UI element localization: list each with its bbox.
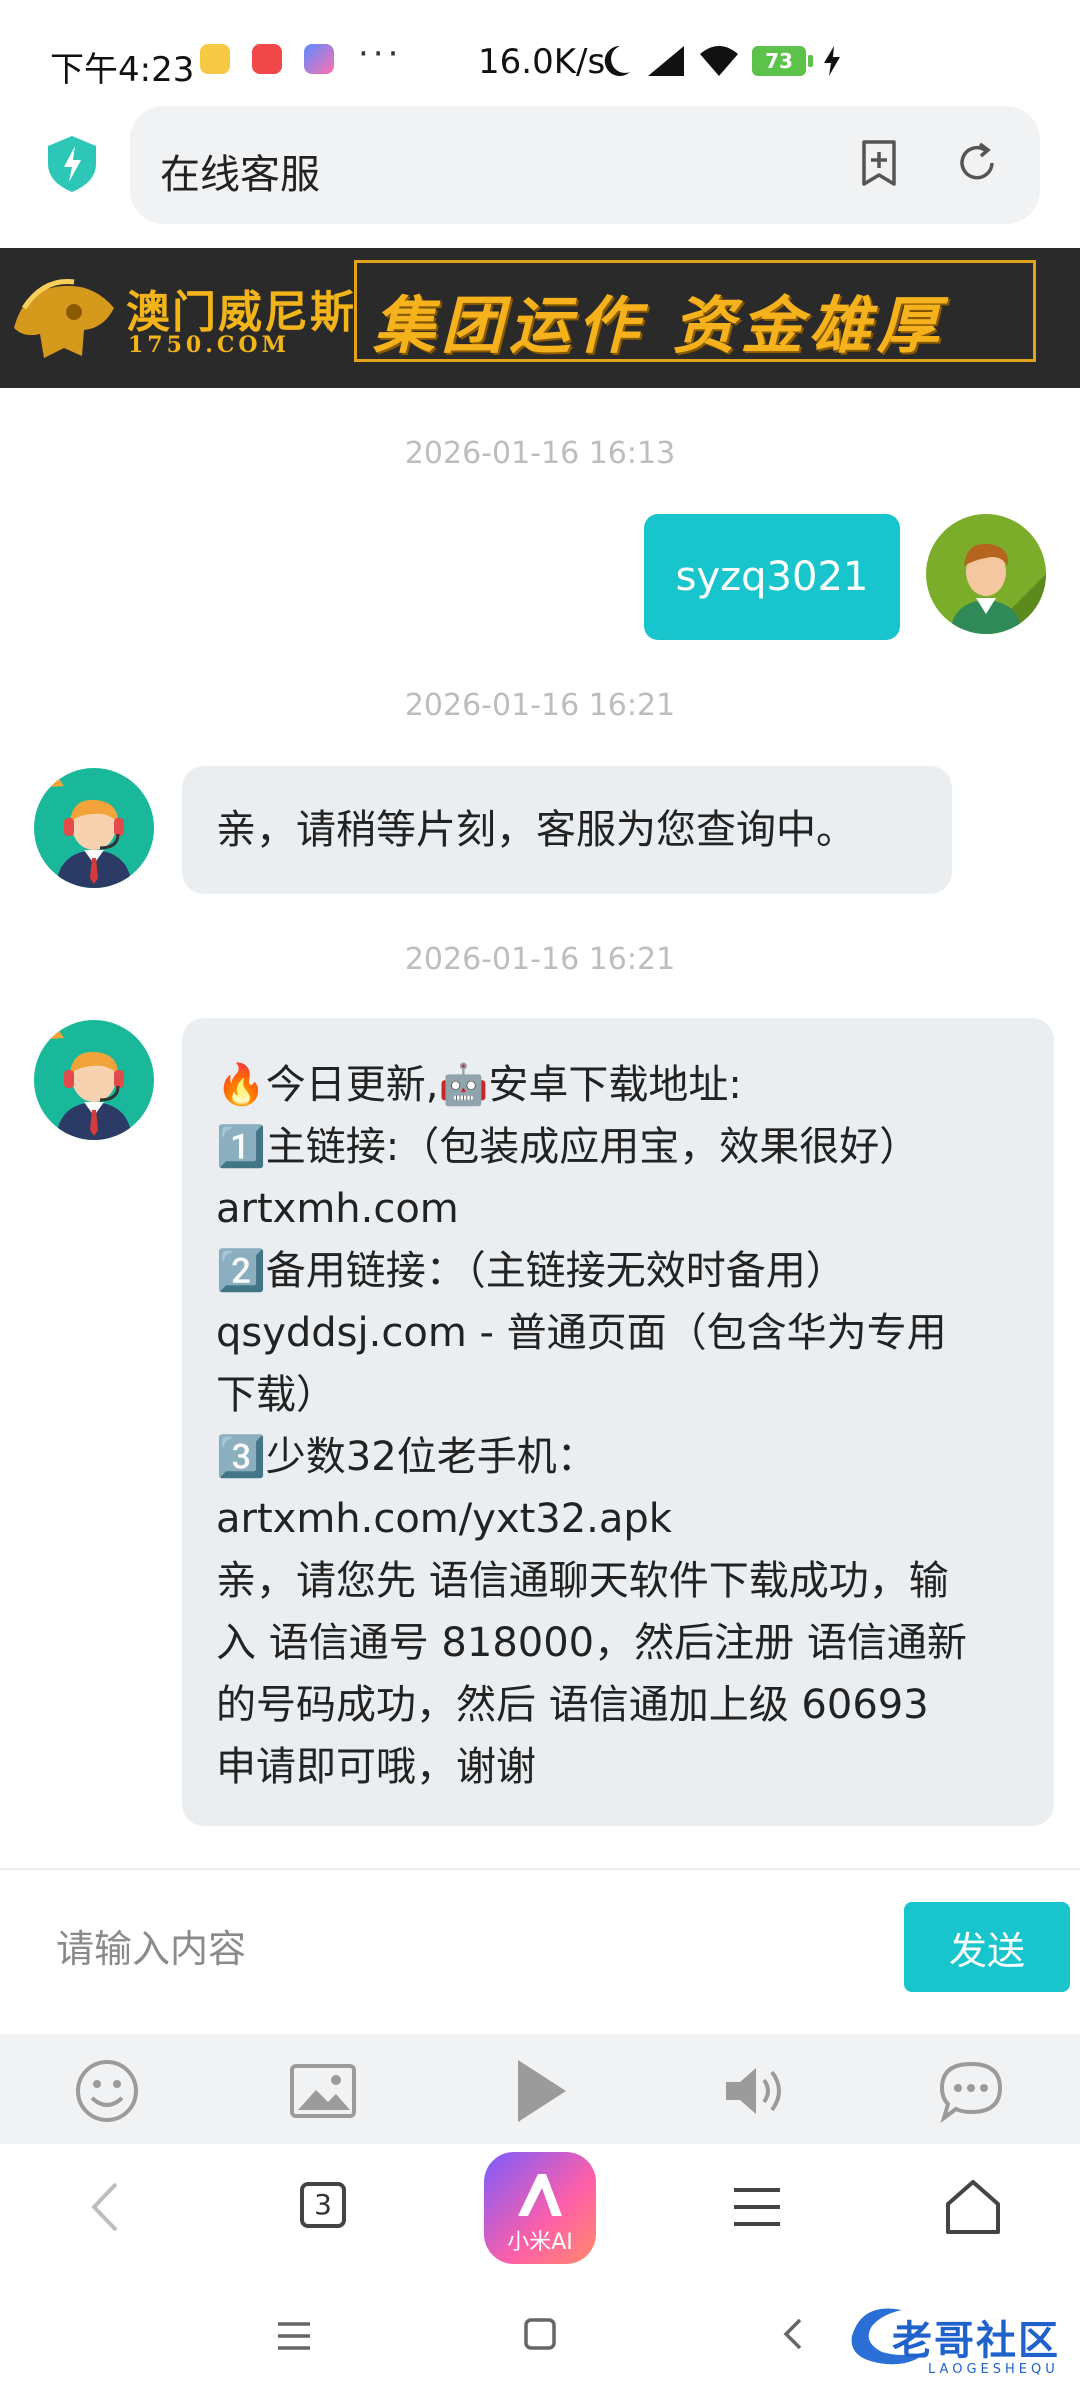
message-bubble-received[interactable]: 🔥今日更新,🤖安卓下载地址: 1️⃣主链接:（包装成应用宝，效果很好） artx… <box>182 1018 1054 1826</box>
taobao-app-icon <box>252 44 282 74</box>
status-time: 下午4:23 <box>50 50 195 90</box>
banner-slogan: 集团运作 资金雄厚 <box>373 289 945 362</box>
support-agent-icon <box>36 1026 132 1140</box>
volume-icon[interactable] <box>720 2056 790 2126</box>
send-button[interactable]: 发送 <box>904 1902 1070 1992</box>
tab-count: 3 <box>300 2182 346 2228</box>
message-line: 亲，请您先 语信通聊天软件下载成功，输 <box>216 1558 949 1604</box>
wifi-icon <box>700 46 738 76</box>
message-timestamp: 2026-01-16 16:21 <box>404 942 676 977</box>
banner-brand: 澳门威尼斯 <box>126 287 356 338</box>
menu-icon[interactable] <box>722 2172 792 2242</box>
tabs-button[interactable]: 3 <box>290 2172 360 2242</box>
notification-app-icon <box>200 44 230 74</box>
message-composer: 发送 <box>0 1868 1080 2036</box>
ai-assistant-button[interactable]: 小米AI <box>484 2152 596 2264</box>
message-input[interactable] <box>54 1912 858 1986</box>
agent-avatar[interactable] <box>34 1020 154 1140</box>
charging-icon <box>824 46 840 76</box>
system-back-icon[interactable] <box>774 2314 814 2354</box>
network-speed: 16.0K/s <box>478 42 606 82</box>
recent-apps-icon[interactable] <box>274 2316 314 2356</box>
emoji-icon[interactable] <box>72 2056 142 2126</box>
message-line: 🔥今日更新,🤖安卓下载地址: <box>216 1062 742 1108</box>
support-agent-icon <box>36 774 132 888</box>
ad-banner[interactable]: 澳门威尼斯 1750.COM 集团运作 资金雄厚 <box>0 248 1080 388</box>
watermark-text: 老哥社区 <box>892 2318 1060 2364</box>
play-icon[interactable] <box>504 2056 574 2126</box>
message-line: 申请即可哦，谢谢 <box>216 1744 536 1790</box>
url-field[interactable]: 在线客服 <box>130 106 1040 224</box>
message-timestamp: 2026-01-16 16:13 <box>404 436 676 471</box>
ai-label: 小米AI <box>507 2230 573 2255</box>
watermark-subtext: LAOGESHEQU <box>928 2362 1059 2377</box>
moon-icon <box>604 45 630 76</box>
watermark-logo: 老哥社区 LAOGESHEQU <box>842 2298 1072 2388</box>
refresh-icon[interactable] <box>952 138 1002 188</box>
system-navigation: 老哥社区 LAOGESHEQU <box>0 2270 1080 2400</box>
game-app-icon <box>304 44 334 74</box>
message-timestamp: 2026-01-16 16:21 <box>404 688 676 723</box>
message-link[interactable]: artxmh.com <box>216 1178 1054 1240</box>
banner-brand-url: 1750.COM <box>128 332 290 358</box>
status-app-icons <box>200 44 334 74</box>
back-icon[interactable] <box>72 2172 142 2242</box>
address-bar: 在线客服 <box>0 104 1080 230</box>
home-button-icon[interactable] <box>520 2314 560 2354</box>
message-line: 下载） <box>216 1372 336 1418</box>
message-bubble-received[interactable]: 亲，请稍等片刻，客服为您查询中。 <box>182 766 952 894</box>
message-line: 入 语信通号 818000，然后注册 语信通新 <box>216 1620 967 1666</box>
message-line: 3️⃣少数32位老手机： <box>216 1434 597 1480</box>
chat-bubble-icon[interactable] <box>936 2056 1006 2126</box>
home-icon[interactable] <box>938 2172 1008 2242</box>
browser-navigation: 3 小米AI <box>0 2144 1080 2272</box>
message-bubble-sent[interactable]: syzq3021 <box>644 514 900 640</box>
message-line: 2️⃣备用链接：（主链接无效时备用） <box>216 1248 846 1294</box>
battery-indicator: 73 <box>752 46 813 76</box>
page-title: 在线客服 <box>160 152 320 198</box>
add-bookmark-icon[interactable] <box>854 138 904 188</box>
more-notifications-icon: ··· <box>358 34 403 74</box>
banner-slogan-box: 集团运作 资金雄厚 <box>354 260 1036 362</box>
user-avatar[interactable] <box>926 514 1046 634</box>
agent-avatar[interactable] <box>34 768 154 888</box>
signal-icon <box>648 46 684 76</box>
message-link[interactable]: artxmh.com/yxt32.apk <box>216 1488 1054 1550</box>
image-icon[interactable] <box>288 2056 358 2126</box>
message-link[interactable]: qsyddsj.com - 普通页面（包含华为专用 <box>216 1302 1054 1364</box>
security-shield-icon[interactable] <box>44 134 100 194</box>
message-line: 1️⃣主链接:（包装成应用宝，效果很好） <box>216 1124 920 1170</box>
message-line: 的号码成功，然后 语信通加上级 60693 <box>216 1682 929 1728</box>
status-bar: 下午4:23 ··· 16.0K/s 73 <box>0 0 1080 120</box>
winged-lion-logo <box>14 279 114 358</box>
chat-toolbar <box>0 2034 1080 2144</box>
user-avatar-icon <box>950 543 1046 634</box>
